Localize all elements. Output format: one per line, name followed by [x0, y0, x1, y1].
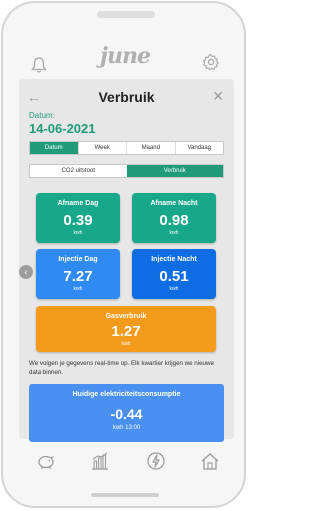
realtime-unit-time: kwh 13:00 [112, 425, 141, 431]
card-label: Gasverbruik [105, 313, 147, 320]
card-label: Injectie Dag [58, 256, 98, 263]
close-icon[interactable]: ✕ [212, 88, 224, 105]
card-unit: kwh [73, 230, 83, 236]
card-unit: kwh [73, 286, 83, 292]
card-afname-nacht[interactable]: Afname Nacht 0.98 kwh [132, 193, 216, 243]
date-value[interactable]: 14-06-2021 [29, 121, 96, 136]
card-label: Afname Nacht [150, 200, 198, 207]
tab-week[interactable]: Week [79, 142, 127, 154]
phone-frame: june ← Verbruik ✕ Datum: 14-06-2021 Datu… [1, 1, 246, 508]
chevron-left-icon[interactable]: ‹ [19, 265, 33, 279]
bell-icon[interactable] [30, 56, 48, 74]
card-value: 1.27 [111, 323, 141, 340]
bar-chart-icon[interactable] [90, 451, 110, 471]
card-label: Afname Dag [57, 200, 99, 207]
card-unit: kwh [121, 341, 131, 347]
consumption-panel: ← Verbruik ✕ Datum: 14-06-2021 Datum Wee… [19, 79, 234, 442]
mode-tabs: CO2 uitstoot Verbruik [29, 164, 224, 178]
card-value: 0.98 [159, 212, 189, 229]
card-afname-dag[interactable]: Afname Dag 0.39 kwh [36, 193, 120, 243]
card-label: Injectie Nacht [151, 256, 197, 263]
card-injectie-dag[interactable]: Injectie Dag 7.27 kwh [36, 249, 120, 299]
house-icon[interactable] [200, 451, 220, 471]
date-label: Datum: [29, 111, 55, 120]
lightning-icon[interactable] [146, 451, 166, 471]
tab-vandaag[interactable]: Vandaag [176, 142, 224, 154]
card-gasverbruik[interactable]: Gasverbruik 1.27 kwh [36, 306, 216, 352]
card-value: 0.39 [63, 212, 93, 229]
tab-verbruik[interactable]: Verbruik [126, 165, 223, 177]
phone-notch [97, 11, 155, 18]
card-unit: kwh [169, 230, 179, 236]
tab-datum[interactable]: Datum [30, 142, 79, 154]
tab-maand[interactable]: Maand [127, 142, 176, 154]
page-title: Verbruik [98, 89, 155, 105]
june-logo: june [100, 43, 151, 69]
gear-icon[interactable] [202, 53, 220, 71]
home-indicator [91, 493, 159, 497]
bottom-tab-bar [3, 447, 244, 475]
realtime-label: Huidige elektriciteitsconsumptie [72, 391, 181, 398]
period-tabs: Datum Week Maand Vandaag [29, 141, 224, 155]
card-value: 0.51 [159, 268, 189, 285]
realtime-info-text: We volgen je gegevens real-time op. Elk … [29, 360, 214, 376]
tab-co2[interactable]: CO2 uitstoot [30, 165, 127, 177]
realtime-value: -0.44 [110, 406, 143, 422]
piggy-bank-icon[interactable] [36, 451, 56, 471]
card-unit: kwh [169, 286, 179, 292]
card-value: 7.27 [63, 268, 93, 285]
realtime-consumption-card[interactable]: Huidige elektriciteitsconsumptie -0.44 k… [29, 384, 224, 442]
card-injectie-nacht[interactable]: Injectie Nacht 0.51 kwh [132, 249, 216, 299]
